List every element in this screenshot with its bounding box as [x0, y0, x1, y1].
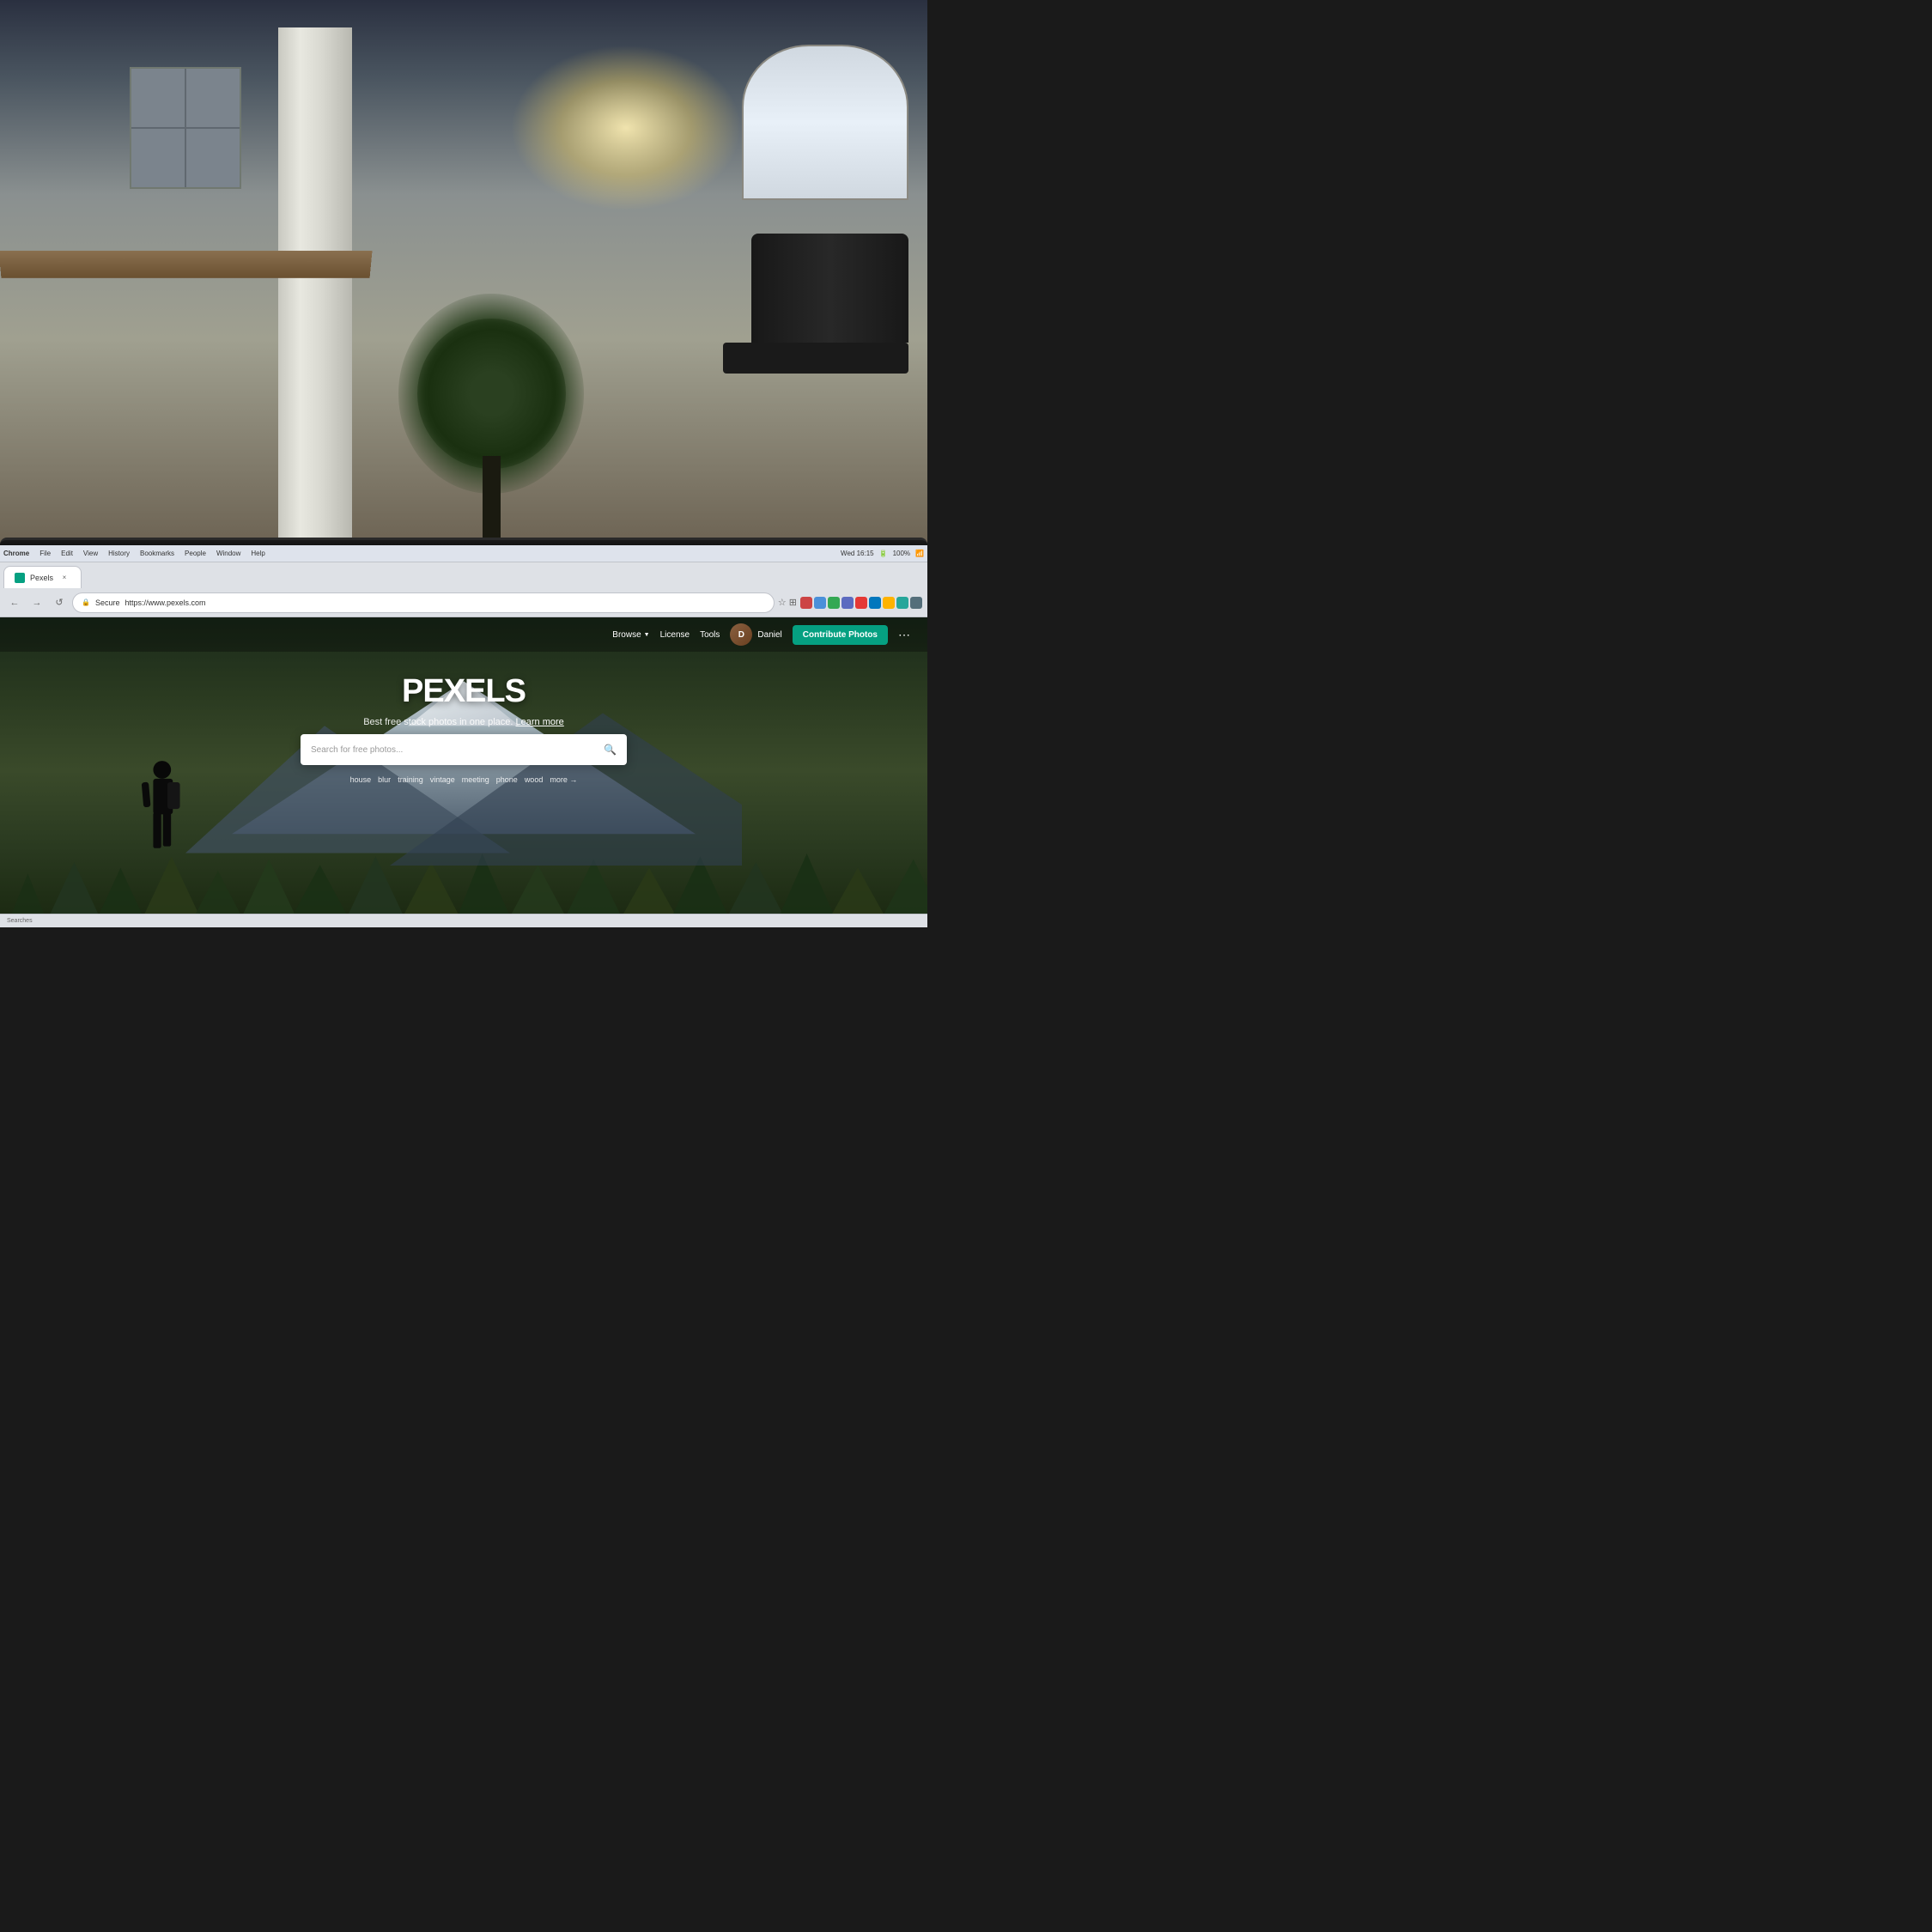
ext-medium-icon[interactable] [896, 597, 908, 609]
status-text: Searches [7, 918, 33, 924]
user-avatar: D [730, 623, 752, 646]
tag-meeting[interactable]: meeting [462, 775, 489, 784]
tools-nav-item[interactable]: Tools [700, 630, 720, 640]
url-bar[interactable]: 🔒 Secure https://www.pexels.com [72, 592, 775, 613]
battery-icon: 🔋 [879, 550, 888, 557]
office-background [0, 0, 927, 556]
pexels-website: Browse ▼ License Tools D Daniel Contribu… [0, 617, 927, 927]
browse-nav-item[interactable]: Browse ▼ [612, 630, 649, 640]
system-menubar: Chrome File Edit View History Bookmarks … [0, 545, 927, 562]
menu-bookmarks[interactable]: Bookmarks [140, 550, 174, 557]
window-right [742, 45, 908, 200]
search-placeholder: Search for free photos... [311, 745, 597, 755]
secure-icon: 🔒 [82, 598, 90, 606]
search-bar[interactable]: Search for free photos... 🔍 [301, 734, 627, 765]
tag-house[interactable]: house [350, 775, 372, 784]
search-icon: 🔍 [604, 744, 617, 756]
battery-percent: 100% [893, 550, 910, 557]
hero-tagline: Best free stock photos in one place. Lea… [363, 717, 564, 727]
ext-gdrive-icon[interactable] [814, 597, 826, 609]
browser-toolbar: ← → ↺ 🔒 Secure https://www.pexels.com ☆ … [0, 588, 927, 617]
tag-vintage[interactable]: vintage [430, 775, 455, 784]
ext-calendar-icon[interactable] [828, 597, 840, 609]
bookmark-star-icon[interactable]: ☆ [778, 597, 787, 608]
ext-pdf-icon[interactable] [855, 597, 867, 609]
office-pillar [278, 27, 352, 556]
ext-todoist-icon[interactable] [841, 597, 854, 609]
ext-misc-icon[interactable] [910, 597, 922, 609]
time-display: Wed 16:15 [841, 550, 874, 557]
refresh-button[interactable]: ↺ [50, 593, 69, 612]
hero-content: PEXELS Best free stock photos in one pla… [0, 656, 927, 801]
tag-phone[interactable]: phone [496, 775, 518, 784]
pexels-nav: Browse ▼ License Tools D Daniel Contribu… [0, 617, 927, 652]
license-nav-item[interactable]: License [660, 630, 690, 640]
browse-dropdown-arrow: ▼ [644, 632, 650, 638]
tab-favicon [15, 573, 25, 583]
tag-training[interactable]: training [398, 775, 423, 784]
browser-screen: Chrome File Edit View History Bookmarks … [0, 545, 927, 927]
pexels-brand: PEXELS [402, 673, 526, 710]
window-left [130, 67, 241, 190]
monitor-bezel: Chrome File Edit View History Bookmarks … [0, 538, 927, 927]
menu-people[interactable]: People [185, 550, 206, 557]
url-text: https://www.pexels.com [125, 598, 206, 607]
nav-more-button[interactable]: ⋯ [898, 628, 910, 642]
plant [445, 306, 538, 556]
tag-blur[interactable]: blur [378, 775, 391, 784]
chair [723, 234, 908, 389]
menu-history[interactable]: History [108, 550, 130, 557]
search-more-link[interactable]: more → [550, 775, 577, 784]
user-name: Daniel [757, 630, 781, 640]
ext-gmail-icon[interactable] [800, 597, 812, 609]
contribute-photos-button[interactable]: Contribute Photos [793, 625, 888, 645]
secure-label: Secure [95, 598, 120, 607]
window-glow [510, 45, 742, 211]
app-name-label: Chrome [3, 550, 29, 557]
ext-1password-icon[interactable] [869, 597, 881, 609]
menu-window[interactable]: Window [216, 550, 240, 557]
menu-view[interactable]: View [83, 550, 98, 557]
tag-wood[interactable]: wood [525, 775, 544, 784]
extension-icons [800, 597, 922, 609]
tab-close-button[interactable]: × [58, 572, 70, 584]
tab-bar: Pexels × [0, 562, 927, 588]
extensions-icon[interactable]: ⊞ [789, 597, 797, 608]
menu-edit[interactable]: Edit [61, 550, 73, 557]
back-button[interactable]: ← [5, 593, 24, 612]
tab-title: Pexels [30, 574, 53, 582]
table [0, 251, 373, 278]
hero-section: Browse ▼ License Tools D Daniel Contribu… [0, 617, 927, 927]
ext-sheets-icon[interactable] [883, 597, 895, 609]
bookmark-icons: ☆ ⊞ [778, 597, 797, 608]
user-nav-item[interactable]: D Daniel [730, 623, 781, 646]
wifi-icon: 📶 [915, 550, 924, 557]
search-tags: house blur training vintage meeting phon… [350, 775, 578, 784]
forward-button[interactable]: → [27, 593, 46, 612]
menu-file[interactable]: File [39, 550, 51, 557]
active-tab[interactable]: Pexels × [3, 566, 82, 588]
status-bar: Searches [0, 914, 927, 927]
menubar-right: Wed 16:15 🔋 100% 📶 [841, 550, 924, 557]
learn-more-link[interactable]: Learn more [516, 717, 564, 727]
menu-help[interactable]: Help [251, 550, 264, 557]
